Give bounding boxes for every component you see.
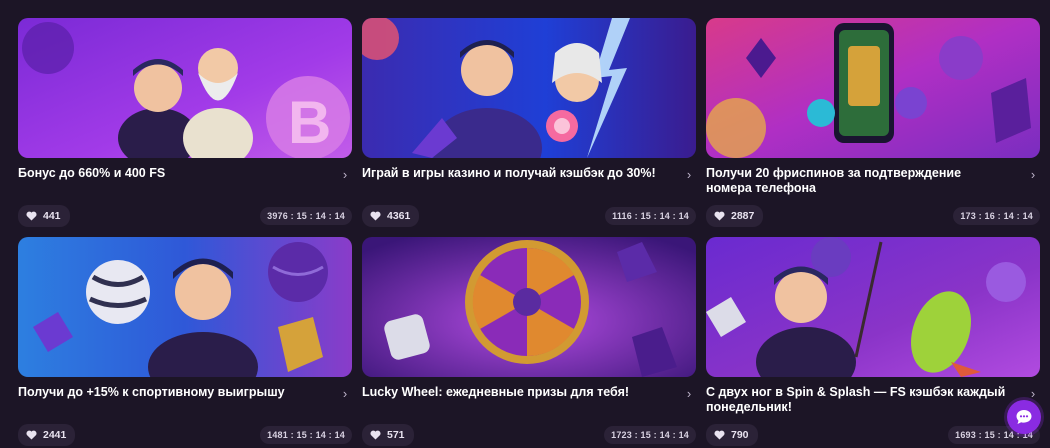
promo-title[interactable]: Получи 20 фриспинов за подтверждение ном…	[706, 166, 1006, 196]
countdown-timer: 3976 : 15 : 14 : 14	[260, 207, 352, 225]
like-button[interactable]: 2887	[706, 205, 764, 227]
like-count: 2441	[43, 429, 67, 441]
chat-bubble-icon	[1016, 410, 1032, 424]
promo-card-lucky-wheel[interactable]: Lucky Wheel: ежедневные призы для тебя! …	[362, 237, 696, 448]
heart-icon	[370, 211, 381, 221]
promo-card-freespins-phone[interactable]: Получи 20 фриспинов за подтверждение ном…	[706, 18, 1040, 237]
promo-image-spin-splash[interactable]	[706, 237, 1040, 377]
countdown-timer: 173 : 16 : 14 : 14	[953, 207, 1040, 225]
like-count: 571	[387, 429, 405, 441]
like-button[interactable]: 2441	[18, 424, 76, 446]
chevron-right-icon[interactable]: ›	[682, 387, 696, 401]
chat-button[interactable]	[1007, 400, 1041, 434]
heart-icon	[714, 430, 725, 440]
like-count: 4361	[387, 210, 411, 222]
promo-image-lucky-wheel[interactable]	[362, 237, 696, 377]
like-button[interactable]: 571	[362, 424, 414, 446]
countdown-timer: 1723 : 15 : 14 : 14	[604, 426, 696, 444]
promo-image-cashback[interactable]	[362, 18, 696, 158]
promo-grid: B Бонус до 660% и 400 FS › 441 3976 : 15…	[18, 18, 1040, 448]
like-count: 2887	[731, 210, 755, 222]
svg-text:B: B	[288, 89, 331, 156]
promo-title[interactable]: Получи до +15% к спортивному выигрышу	[18, 385, 318, 400]
promo-card-cashback[interactable]: Играй в игры казино и получай кэшбэк до …	[362, 18, 696, 237]
promo-card-sport[interactable]: Получи до +15% к спортивному выигрышу › …	[18, 237, 352, 448]
like-button[interactable]: 441	[18, 205, 70, 227]
chevron-right-icon[interactable]: ›	[1026, 387, 1040, 401]
promo-card-bonus[interactable]: B Бонус до 660% и 400 FS › 441 3976 : 15…	[18, 18, 352, 237]
promo-image-sport[interactable]	[18, 237, 352, 377]
heart-icon	[26, 211, 37, 221]
chevron-right-icon[interactable]: ›	[682, 168, 696, 182]
promo-title[interactable]: Бонус до 660% и 400 FS	[18, 166, 318, 181]
promo-title[interactable]: Lucky Wheel: ежедневные призы для тебя!	[362, 385, 662, 400]
like-button[interactable]: 4361	[362, 205, 420, 227]
chevron-right-icon[interactable]: ›	[338, 168, 352, 182]
heart-icon	[26, 430, 37, 440]
promo-title[interactable]: С двух ног в Spin & Splash — FS кэшбэк к…	[706, 385, 1006, 415]
heart-icon	[714, 211, 725, 221]
promo-image-bonus[interactable]: B	[18, 18, 352, 158]
promo-title[interactable]: Играй в игры казино и получай кэшбэк до …	[362, 166, 662, 181]
like-button[interactable]: 790	[706, 424, 758, 446]
promo-image-freespins-phone[interactable]	[706, 18, 1040, 158]
heart-icon	[370, 430, 381, 440]
countdown-timer: 1116 : 15 : 14 : 14	[605, 207, 696, 225]
promo-card-spin-splash[interactable]: С двух ног в Spin & Splash — FS кэшбэк к…	[706, 237, 1040, 448]
like-count: 441	[43, 210, 61, 222]
chevron-right-icon[interactable]: ›	[1026, 168, 1040, 182]
chevron-right-icon[interactable]: ›	[338, 387, 352, 401]
like-count: 790	[731, 429, 749, 441]
countdown-timer: 1481 : 15 : 14 : 14	[260, 426, 352, 444]
